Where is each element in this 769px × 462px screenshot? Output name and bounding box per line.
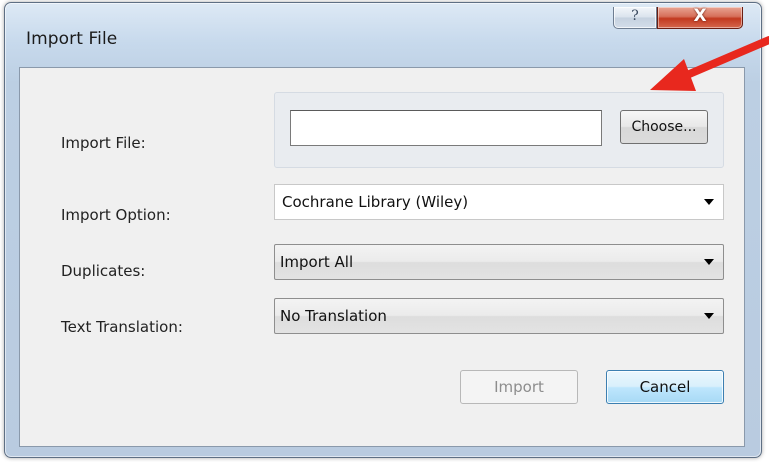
import-file-path-input[interactable] [290, 110, 602, 146]
import-option-label: Import Option: [61, 206, 171, 224]
import-file-label: Import File: [61, 134, 146, 152]
text-translation-select[interactable]: No Translation [274, 298, 724, 334]
cancel-button[interactable]: Cancel [606, 370, 724, 404]
dialog-body: Import File: Choose... Import Option: Co… [19, 67, 745, 447]
screen: Import File ? X Import File: Choose... I… [0, 0, 769, 462]
import-button[interactable]: Import [460, 370, 578, 404]
text-translation-value: No Translation [280, 307, 387, 325]
duplicates-value: Import All [280, 253, 354, 271]
chevron-down-icon [704, 259, 714, 265]
dialog-title: Import File [26, 29, 118, 49]
text-translation-label: Text Translation: [61, 318, 183, 336]
duplicates-select[interactable]: Import All [274, 244, 724, 280]
chevron-down-icon [704, 199, 714, 205]
duplicates-label: Duplicates: [61, 262, 146, 280]
import-option-select[interactable]: Cochrane Library (Wiley) [274, 184, 724, 220]
choose-button[interactable]: Choose... [620, 110, 708, 144]
chevron-down-icon [704, 313, 714, 319]
file-picker-group: Choose... [274, 92, 724, 168]
import-option-value: Cochrane Library (Wiley) [282, 193, 469, 211]
arrow-annotation-icon [650, 36, 769, 91]
